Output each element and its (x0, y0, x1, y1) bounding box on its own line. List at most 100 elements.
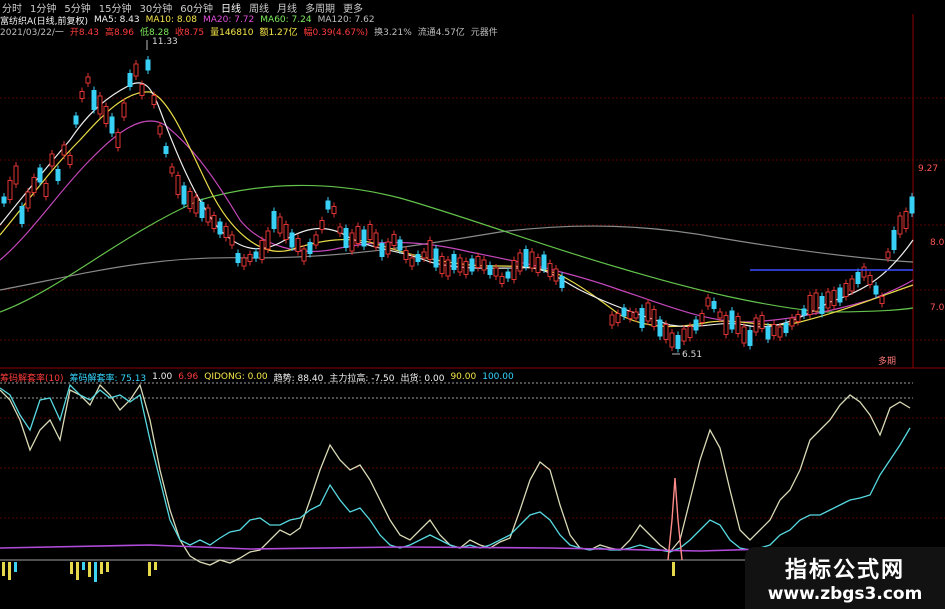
candle-body (795, 314, 801, 322)
candle-body (729, 310, 735, 330)
candle-body (205, 207, 211, 223)
candle-body (391, 234, 397, 246)
candle-body (505, 271, 511, 279)
candle-body (559, 276, 565, 288)
candle-body (609, 314, 615, 326)
multi-period-marker: 多期 (878, 355, 896, 367)
candle-body (379, 243, 385, 257)
candle-body (843, 283, 849, 297)
indicator-lines (0, 383, 914, 566)
candle-body (313, 234, 319, 246)
candle-body (79, 91, 85, 99)
candle-body (903, 211, 909, 229)
candle-body (139, 84, 145, 96)
candle-body (361, 229, 367, 247)
candle-body (199, 202, 205, 218)
candle-body (511, 260, 517, 280)
indicator-trend: 趋势: 88.40 (273, 373, 324, 384)
candle-body (819, 296, 825, 314)
candle-body (349, 232, 355, 252)
candle-body (687, 326, 693, 338)
indicator-qidong: QIDONG: 0.00 (204, 372, 268, 382)
candle-body (897, 215, 903, 235)
candle-body (25, 191, 31, 209)
candle-body (91, 90, 97, 110)
candle-body (783, 323, 789, 333)
candle-body (409, 257, 415, 267)
candle-body (867, 275, 873, 285)
chart-canvas[interactable]: 11.33 6.51 9.27 8.00 7.00 多期 (0, 0, 945, 609)
candle-body (553, 268, 559, 282)
candle-body (705, 297, 711, 307)
candle-body (645, 302, 651, 322)
signal-bar (2, 562, 5, 576)
candle-body (735, 316, 741, 334)
signal-bar (672, 562, 675, 576)
candle-body (741, 326, 747, 344)
candle-body (469, 258, 475, 272)
low-price-label: 6.51 (682, 350, 702, 360)
candle-body (421, 251, 427, 259)
indicator-name[interactable]: 筹码解套率(10) (0, 371, 63, 384)
candle-body (487, 265, 493, 275)
watermark-title: 指标公式网 (784, 558, 905, 583)
candle-body (283, 224, 289, 240)
candle-body (433, 248, 439, 268)
candle-body (109, 116, 115, 134)
candle-body (217, 221, 223, 235)
axis-price-label-mid: 8.00 (930, 238, 945, 248)
candle-body (837, 287, 843, 303)
candle-body (825, 291, 831, 309)
ma10-line (0, 91, 914, 328)
signal-bar (106, 562, 109, 572)
candle-body (723, 315, 729, 335)
site-watermark: 指标公式网 www.zbgs3.com (745, 547, 945, 609)
signal-bar (76, 562, 79, 580)
signal-bar (88, 562, 91, 577)
candle-body (813, 292, 819, 312)
candle-body (301, 248, 307, 262)
candle-body (891, 230, 897, 250)
high-price-label: 11.33 (152, 37, 178, 47)
candle-body (367, 224, 373, 240)
candle-body (331, 206, 337, 214)
candle-body (97, 95, 103, 115)
candle-body (247, 254, 253, 262)
candle-body (669, 332, 675, 348)
candle-body (621, 307, 627, 317)
candle-body (909, 196, 915, 214)
candle-body (127, 73, 133, 87)
candle-body (633, 311, 639, 319)
candle-body (717, 311, 723, 319)
main-grid (0, 97, 945, 341)
candle-body (337, 226, 343, 234)
candle-body (765, 326, 771, 340)
candle-body (885, 251, 891, 259)
signal-bar (94, 562, 97, 582)
candle-body (849, 278, 855, 292)
candle-body (49, 153, 55, 167)
candle-body (711, 301, 717, 309)
candle-body (307, 242, 313, 254)
candle-body (373, 232, 379, 248)
trend-line (0, 383, 911, 566)
watermark-url: www.zbgs3.com (767, 584, 923, 604)
candle-body (831, 290, 837, 306)
axis-price-label-top: 9.27 (918, 164, 938, 174)
candle-body (451, 254, 457, 270)
candle-body (499, 276, 505, 284)
candle-body (397, 239, 403, 251)
candle-body (747, 330, 753, 346)
candle-body (523, 249, 529, 267)
candle-body (675, 335, 681, 349)
candle-body (319, 220, 325, 230)
candle-body (535, 257, 541, 273)
candle-body (789, 317, 795, 327)
candle-body (43, 183, 49, 197)
candle-body (445, 259, 451, 277)
indicator-c2: 100.00 (482, 372, 514, 382)
candle-body (693, 319, 699, 331)
signal-bar (82, 562, 85, 570)
candle-body (241, 257, 247, 267)
candle-body (759, 315, 765, 329)
